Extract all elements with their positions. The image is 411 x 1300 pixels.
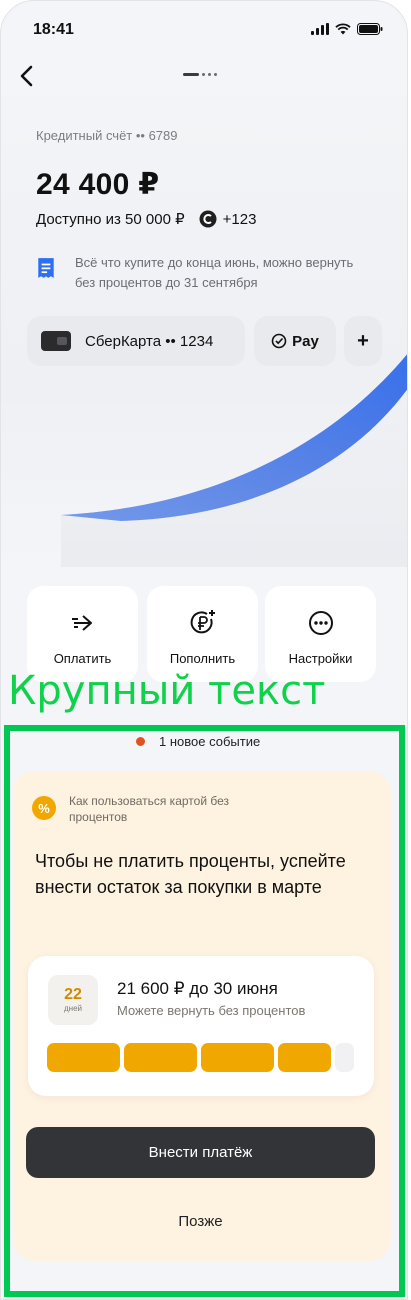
info-note: Всё что купите до конца июнь, можно верн…: [36, 253, 365, 293]
action-top-up-label: Пополнить: [169, 651, 236, 666]
payment-progress-bar: [47, 1043, 355, 1072]
more-dots-icon: [308, 611, 333, 635]
account-label: Кредитный счёт •• 6789: [36, 128, 178, 143]
event-label: 1 новое событие: [159, 734, 261, 749]
pay-label: Pay: [292, 332, 319, 350]
receipt-icon: [38, 258, 54, 278]
plus-icon: +: [357, 329, 369, 352]
event-dot: [136, 737, 145, 746]
wifi-icon: [335, 23, 351, 35]
make-payment-button[interactable]: Внести платёж: [26, 1127, 375, 1178]
page-indicator: [183, 73, 217, 76]
balance-amount: 24 400 ₽: [36, 168, 160, 201]
card-thumbnail: [41, 331, 71, 351]
days-word: дней: [63, 1004, 82, 1013]
percent-icon: %: [32, 796, 56, 820]
bonus-value: +123: [222, 210, 257, 228]
pay-arrow-icon: [71, 615, 92, 631]
later-button[interactable]: Позже: [26, 1206, 375, 1236]
top-bar: [1, 57, 407, 97]
pay-check-icon: [271, 333, 287, 349]
new-event-indicator[interactable]: 1 новое событие: [136, 734, 260, 749]
progress-segment-filled: [201, 1043, 274, 1072]
progress-segment-filled: [124, 1043, 197, 1072]
status-icons: [311, 23, 383, 35]
sberspasibo-bonus-icon: [199, 210, 217, 228]
back-button[interactable]: [11, 61, 41, 91]
battery-icon: [357, 23, 383, 35]
days-number: 22: [64, 986, 82, 1003]
pay-button[interactable]: Pay: [254, 316, 336, 366]
payment-amount: 21 600 ₽ до 30 июня: [117, 979, 278, 998]
available-limit: Доступно из 50 000 ₽: [36, 211, 185, 228]
status-bar: 18:41: [1, 1, 407, 51]
top-up-ruble-icon: [190, 610, 215, 634]
status-time: 18:41: [33, 21, 74, 38]
days-left-badge: 22 дней: [48, 975, 98, 1025]
card-selector[interactable]: СберКарта •• 1234: [27, 316, 245, 366]
progress-segment-filled: [278, 1043, 332, 1072]
info-text: Всё что купите до конца июнь, можно верн…: [75, 255, 354, 290]
signal-icon: [311, 23, 329, 35]
progress-segment-empty: [335, 1043, 355, 1072]
action-settings-label: Настройки: [288, 651, 353, 666]
add-card-button[interactable]: +: [344, 316, 382, 366]
sheet-headline: Чтобы не платить проценты, успейте внест…: [35, 851, 346, 897]
available-limit-row: Доступно из 50 000 ₽ +123: [36, 210, 256, 228]
hint-text: Как пользоваться картой без процентов: [69, 794, 230, 824]
chevron-left-icon: [20, 65, 33, 87]
payment-subtitle: Можете вернуть без процентов: [117, 1003, 306, 1018]
how-to-use-hint[interactable]: % Как пользоваться картой без процентов: [32, 793, 249, 825]
progress-segment-filled: [47, 1043, 120, 1072]
large-text-label: Крупный текст: [8, 668, 326, 714]
action-pay-label: Оплатить: [53, 651, 112, 666]
card-name: СберКарта •• 1234: [85, 332, 214, 350]
